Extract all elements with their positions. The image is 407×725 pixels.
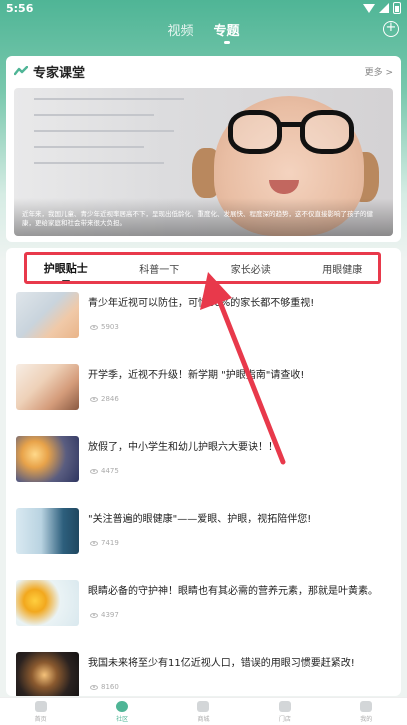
banner-caption: 近年来，我国儿童、青少年近视率居高不下，呈现出低龄化、重度化、发展快、程度深的趋…: [14, 198, 393, 236]
list-item[interactable]: 我国未来将至少有11亿近视人口，错误的用眼习惯要赶紧改! 8160: [16, 652, 391, 696]
article-thumbnail: [16, 364, 79, 410]
nav-label: 商城: [197, 716, 210, 723]
view-count-text: 2846: [101, 395, 119, 403]
banner-caption-text: 近年来，我国儿童、青少年近视率居高不下，呈现出低龄化、重度化、发展快、程度深的趋…: [22, 210, 373, 227]
status-icons: [363, 2, 401, 14]
more-link[interactable]: 更多 >: [365, 65, 393, 78]
article-panel: 护眼贴士 科普一下 家长必读 用眼健康 青少年近视可以防住，可惜80%的家长都不…: [6, 248, 401, 696]
tab-parents-must-read[interactable]: 家长必读: [231, 261, 271, 276]
nav-community[interactable]: 社区: [97, 701, 147, 723]
tab-science[interactable]: 科普一下: [139, 261, 179, 276]
view-count: 4475: [90, 467, 119, 475]
expert-banner[interactable]: 近年来，我国儿童、青少年近视率居高不下，呈现出低龄化、重度化、发展快、程度深的趋…: [14, 88, 393, 236]
article-title: 青少年近视可以防住，可惜80%的家长都不够重视!: [88, 298, 315, 309]
home-icon: [34, 701, 47, 712]
view-count: 4397: [90, 611, 119, 619]
plus-circle-icon[interactable]: +: [383, 21, 399, 37]
category-tabs: 护眼贴士 科普一下 家长必读 用眼健康: [18, 250, 388, 286]
eye-icon: [90, 468, 98, 474]
article-thumbnail: [16, 436, 79, 482]
community-icon: [116, 701, 129, 712]
article-title: 我国未来将至少有11亿近视人口，错误的用眼习惯要赶紧改!: [88, 658, 355, 669]
profile-icon: [360, 701, 373, 712]
article-thumbnail: [16, 508, 79, 554]
view-count-text: 4397: [101, 611, 119, 619]
view-count: 5903: [90, 323, 119, 331]
eye-icon: [90, 396, 98, 402]
list-item[interactable]: 眼睛必备的守护神！眼睛也有其必需的营养元素，那就是叶黄素。 4397: [16, 580, 391, 628]
view-count-text: 4475: [101, 467, 119, 475]
eye-icon: [90, 540, 98, 546]
eye-icon: [90, 324, 98, 330]
top-tabs: 视频 专题: [0, 20, 407, 42]
nav-mine[interactable]: 我的: [341, 701, 391, 723]
nav-store[interactable]: 门店: [260, 701, 310, 723]
expert-class-title: 专家课堂: [33, 65, 86, 81]
nav-label: 门店: [278, 716, 291, 723]
expert-class-header: 专家课堂 更多 >: [6, 56, 401, 86]
list-item[interactable]: 放假了，中小学生和幼儿护眼六大要诀！！ 4475: [16, 436, 391, 484]
view-count: 7419: [90, 539, 119, 547]
mall-icon: [197, 701, 210, 712]
view-count: 8160: [90, 683, 119, 691]
nav-label: 我的: [360, 716, 373, 723]
eye-icon: [90, 612, 98, 618]
status-time: 5:56: [6, 1, 34, 15]
nav-label: 首页: [34, 716, 47, 723]
nav-mall[interactable]: 商城: [178, 701, 228, 723]
article-title: 眼睛必备的守护神！眼睛也有其必需的营养元素，那就是叶黄素。: [88, 586, 378, 597]
bottom-nav: 首页 社区 商城 门店 我的: [0, 697, 407, 725]
glasses-image: [228, 110, 354, 158]
view-count-text: 5903: [101, 323, 119, 331]
tab-eye-health[interactable]: 用眼健康: [322, 261, 362, 276]
tab-eye-care-tips[interactable]: 护眼贴士: [44, 260, 88, 276]
list-item[interactable]: 开学季，近视不升级！新学期 "护眼指南"请查收! 2846: [16, 364, 391, 412]
nav-home[interactable]: 首页: [16, 701, 66, 723]
article-thumbnail: [16, 652, 79, 696]
nav-label: 社区: [116, 716, 129, 723]
status-bar: 5:56: [0, 0, 407, 16]
article-title: "关注普遍的眼健康"——爱眼、护眼，视拓陪伴您!: [88, 514, 312, 525]
signal-icon: [379, 3, 389, 13]
article-thumbnail: [16, 292, 79, 338]
tab-video[interactable]: 视频: [167, 20, 193, 42]
list-item[interactable]: "关注普遍的眼健康"——爱眼、护眼，视拓陪伴您! 7419: [16, 508, 391, 556]
list-item[interactable]: 青少年近视可以防住，可惜80%的家长都不够重视! 5903: [16, 292, 391, 340]
article-thumbnail: [16, 580, 79, 626]
expert-class-card: 专家课堂 更多 > 近年来，我国儿童、青少年近视率居高不下，呈现出低龄化、重度化…: [6, 56, 401, 242]
view-count-text: 8160: [101, 683, 119, 691]
battery-icon: [393, 2, 401, 14]
trend-icon: [14, 66, 28, 76]
eye-icon: [90, 684, 98, 690]
view-count: 2846: [90, 395, 119, 403]
view-count-text: 7419: [101, 539, 119, 547]
article-title: 放假了，中小学生和幼儿护眼六大要诀！！: [88, 442, 278, 453]
wifi-icon: [363, 3, 375, 13]
tab-topic[interactable]: 专题: [214, 20, 240, 42]
store-icon: [278, 701, 291, 712]
article-title: 开学季，近视不升级！新学期 "护眼指南"请查收!: [88, 370, 305, 381]
